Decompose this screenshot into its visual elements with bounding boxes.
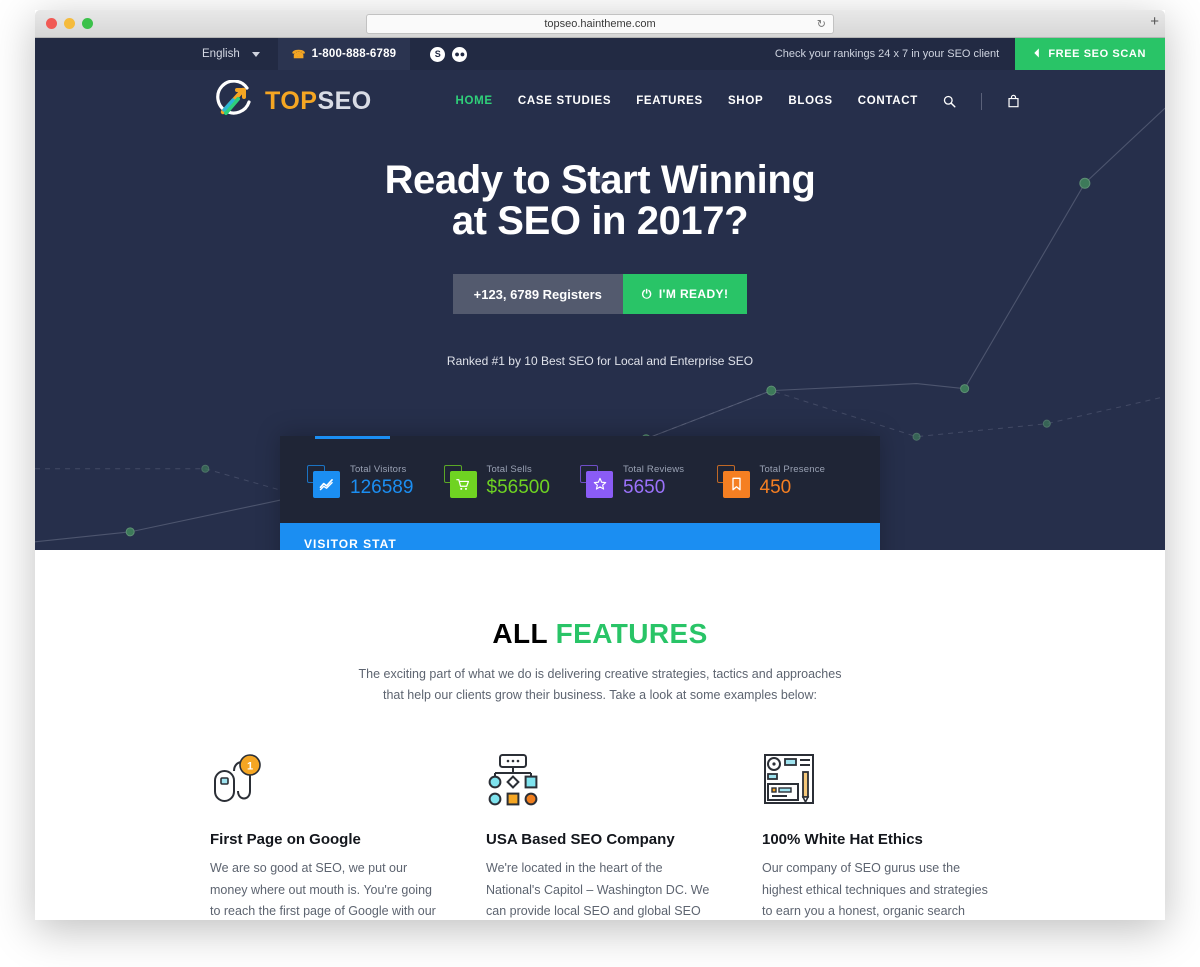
window-traffic-lights[interactable]	[46, 18, 93, 29]
stat-icon-wrap	[307, 464, 340, 499]
features-title-green: FEATURES	[555, 618, 708, 649]
stat-total-presence[interactable]: Total Presence 450	[716, 464, 854, 499]
topbar-right-group: Check your rankings 24 x 7 in your SEO c…	[775, 38, 1165, 70]
features-title-black: ALL	[492, 618, 548, 649]
stat-label: Total Presence	[759, 464, 826, 475]
shopping-bag-icon[interactable]	[1007, 94, 1020, 108]
dashboard-stats-row: Total Visitors 126589 Total Sells $56500…	[280, 436, 880, 523]
utility-topbar: English ☎ 1-800-888-6789 S ●● Check your…	[35, 38, 1165, 70]
address-bar[interactable]: topseo.haintheme.com ↻	[366, 14, 834, 34]
phone-label: 1-800-888-6789	[311, 48, 397, 60]
features-subtitle-line2: that help our clients grow their busines…	[382, 687, 818, 702]
features-section: ALL FEATURES The exciting part of what w…	[35, 550, 1165, 920]
feature-card: USA Based SEO Company We're located in t…	[486, 751, 714, 920]
language-selector[interactable]: English	[202, 48, 264, 60]
nav-divider	[981, 92, 982, 110]
feature-card: 1 First Page on Google We are so good at…	[210, 751, 438, 920]
logo-top-text: TOP	[265, 86, 318, 115]
bookmark-icon	[722, 470, 750, 498]
logo-text: TOPSEO	[265, 87, 372, 116]
browser-window-icon	[762, 751, 990, 809]
visitor-stat-panel: VISITOR STAT Last Month Last Week All Ti…	[280, 523, 880, 550]
nav-item-blogs[interactable]: BLOGS	[788, 95, 832, 107]
nav-item-contact[interactable]: CONTACT	[858, 95, 918, 107]
visitor-dashboard-card: Total Visitors 126589 Total Sells $56500…	[280, 436, 880, 550]
stat-label: Total Reviews	[623, 464, 685, 475]
hero-headline-line2: at SEO in 2017?	[451, 199, 749, 244]
nav-item-features[interactable]: FEATURES	[636, 95, 703, 107]
features-subtitle-line1: The exciting part of what we do is deliv…	[358, 667, 842, 681]
stat-label: Total Sells	[486, 464, 532, 475]
feature-card-title: First Page on Google	[210, 831, 361, 849]
logo[interactable]: TOPSEO	[213, 80, 372, 122]
nav-item-shop[interactable]: SHOP	[728, 95, 763, 107]
minimize-window-button[interactable]	[64, 18, 75, 29]
star-icon	[586, 470, 613, 498]
new-tab-button[interactable]: +	[1150, 14, 1159, 30]
free-seo-scan-button[interactable]: ⏴ FREE SEO SCAN	[1015, 38, 1165, 70]
stat-value: $56500	[486, 477, 550, 498]
page-viewport: English ☎ 1-800-888-6789 S ●● Check your…	[35, 38, 1165, 920]
stat-value: 5650	[623, 477, 666, 498]
topseo-logo-icon	[216, 80, 251, 115]
hero-section: English ☎ 1-800-888-6789 S ●● Check your…	[35, 38, 1165, 550]
im-ready-button[interactable]: ⏻ I'M READY!	[622, 274, 748, 315]
nav-item-home[interactable]: HOME	[456, 95, 493, 107]
search-icon[interactable]	[943, 95, 956, 108]
main-navigation: HOME CASE STUDIES FEATURES SHOP BLOGS CO…	[456, 92, 1021, 110]
features-subtitle: The exciting part of what we do is deliv…	[35, 664, 1165, 705]
ranked-note: Ranked #1 by 10 Best SEO for Local and E…	[446, 354, 754, 369]
chart-line-icon	[313, 470, 340, 498]
language-label: English	[202, 48, 240, 60]
ranking-note: Check your rankings 24 x 7 in your SEO c…	[774, 48, 1000, 60]
features-title: ALL FEATURES	[35, 618, 1165, 650]
social-icon-group[interactable]: S ●●	[430, 46, 468, 62]
url-text: topseo.haintheme.com	[544, 18, 656, 30]
stat-total-reviews[interactable]: Total Reviews 5650	[580, 464, 717, 499]
feature-card: 100% White Hat Ethics Our company of SEO…	[762, 751, 990, 920]
feature-card-title: 100% White Hat Ethics	[762, 831, 923, 849]
hero-cta-group: +123, 6789 Registers ⏻ I'M READY!	[35, 274, 1165, 315]
close-window-button[interactable]	[46, 18, 57, 29]
chevron-down-icon	[251, 51, 260, 57]
browser-toolbar: topseo.haintheme.com ↻ +	[35, 10, 1165, 38]
phone-number[interactable]: ☎ 1-800-888-6789	[277, 38, 411, 70]
feature-card-list: 1 First Page on Google We are so good at…	[35, 751, 1165, 920]
stat-total-visitors[interactable]: Total Visitors 126589	[307, 464, 444, 499]
browser-window: topseo.haintheme.com ↻ + English ☎ 1-800…	[35, 10, 1165, 920]
free-seo-scan-label: FREE SEO SCAN	[1048, 48, 1146, 60]
skype-icon[interactable]: S	[430, 46, 446, 62]
chat-icon[interactable]: ●●	[452, 46, 468, 62]
feature-card-body: We are so good at SEO, we put our money …	[210, 861, 436, 919]
hero-headline-line1: Ready to Start Winning	[384, 158, 816, 202]
logo-seo-text: SEO	[317, 86, 372, 115]
registers-count-button[interactable]: +123, 6789 Registers	[452, 274, 623, 315]
stat-label: Total Visitors	[350, 464, 407, 475]
stat-total-sells[interactable]: Total Sells $56500	[443, 464, 581, 499]
stat-icon-wrap	[716, 464, 750, 499]
visitor-stat-title: VISITOR STAT	[304, 537, 397, 550]
im-ready-label: I'M READY!	[658, 287, 729, 302]
mouse-badge-number: 1	[247, 761, 253, 773]
maximize-window-button[interactable]	[82, 18, 93, 29]
site-header: TOPSEO HOME CASE STUDIES FEATURES SHOP B…	[35, 70, 1165, 132]
phone-icon: ☎	[291, 48, 306, 61]
feature-card-body: Our company of SEO gurus use the highest…	[762, 861, 988, 919]
hero-headline: Ready to Start Winning at SEO in 2017?	[35, 158, 1165, 244]
power-icon: ⏻	[641, 286, 652, 301]
reload-icon[interactable]: ↻	[817, 18, 826, 31]
stat-value: 450	[759, 477, 792, 498]
feature-card-body: We're located in the heart of the Nation…	[486, 861, 710, 919]
nav-item-case-studies[interactable]: CASE STUDIES	[518, 95, 611, 107]
stat-icon-wrap	[443, 464, 477, 499]
gauge-icon: ⏴	[1034, 47, 1041, 60]
dashboard-accent-bar	[315, 436, 390, 439]
mouse-badge-icon: 1	[210, 751, 438, 809]
shopping-cart-icon	[449, 470, 477, 498]
sitemap-icon	[486, 751, 714, 809]
feature-card-title: USA Based SEO Company	[486, 831, 675, 849]
stat-value: 126589	[350, 477, 414, 498]
stat-icon-wrap	[580, 464, 613, 499]
